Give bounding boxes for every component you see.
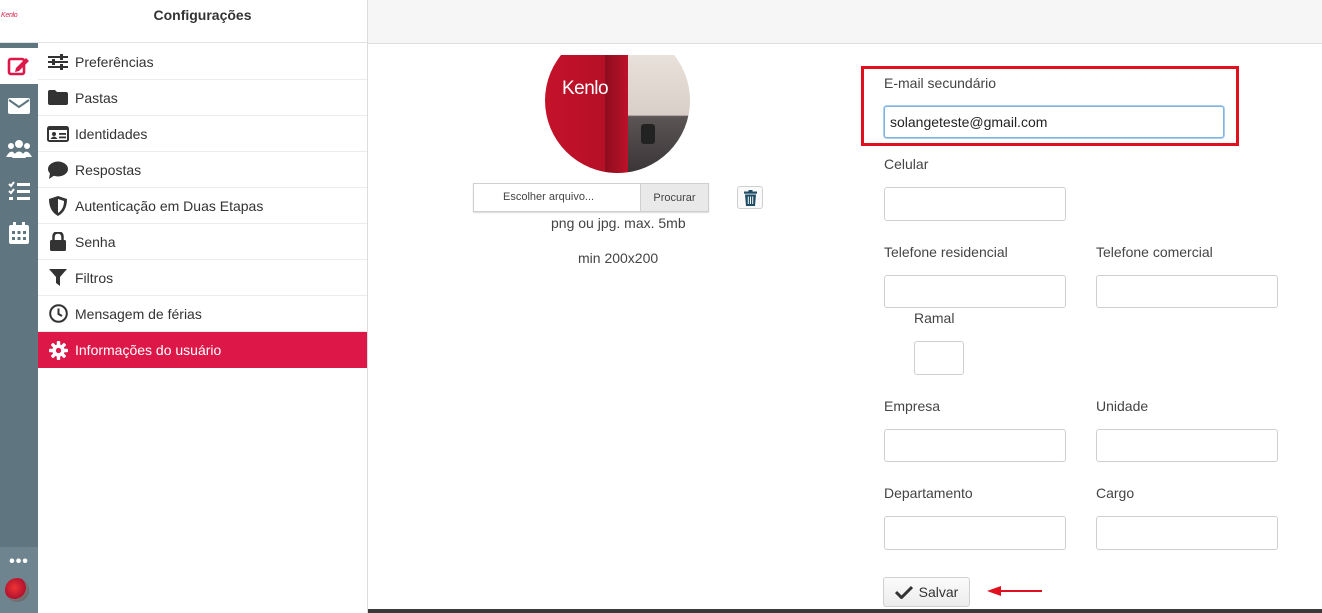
work-phone-label: Telefone comercial [1096, 244, 1213, 260]
sidebar-item-user-info[interactable]: Informações do usuário [38, 332, 367, 368]
trash-icon [743, 189, 757, 206]
content-header [368, 0, 1322, 44]
sidebar-item-label: Informações do usuário [75, 342, 222, 358]
sidebar-item-label: Autenticação em Duas Etapas [75, 197, 264, 214]
comment-icon [47, 160, 69, 180]
unit-field[interactable] [1096, 429, 1278, 462]
sidebar-item-vacation[interactable]: Mensagem de férias [38, 296, 367, 332]
photo-file-input[interactable]: Escolher arquivo... Procurar [473, 183, 709, 212]
work-phone-field[interactable] [1096, 275, 1278, 308]
more-icon[interactable]: ••• [0, 553, 38, 571]
sidebar-item-preferences[interactable]: Preferências [38, 44, 367, 80]
rail-logo-area: Kenlo [0, 0, 38, 43]
sidebar-item-filters[interactable]: Filtros [38, 260, 367, 296]
photo-size-hint: min 200x200 [578, 250, 659, 266]
folder-icon [47, 88, 69, 108]
sidebar-item-label: Identidades [75, 125, 148, 142]
annotation-arrow [987, 586, 1042, 596]
company-label: Empresa [884, 398, 941, 414]
sidebar-item-label: Filtros [75, 269, 114, 286]
home-phone-field[interactable] [884, 275, 1066, 308]
department-field[interactable] [884, 516, 1066, 550]
browse-button[interactable]: Procurar [640, 184, 708, 211]
shield-icon [47, 195, 69, 216]
contacts-icon[interactable] [0, 131, 38, 167]
gear-icon [47, 340, 69, 360]
id-card-icon [47, 124, 69, 144]
sidebar-item-responses[interactable]: Respostas [38, 152, 367, 188]
extension-label: Ramal [914, 310, 955, 326]
delete-photo-button[interactable] [737, 186, 763, 209]
extension-field[interactable] [914, 341, 964, 375]
lock-icon [47, 232, 69, 252]
sidebar-header: Configurações [38, 0, 367, 43]
mobile-field[interactable] [884, 187, 1066, 221]
settings-sidebar: Configurações Preferências Pastas Identi… [38, 0, 368, 613]
photo-logo-text: Kenlo [562, 78, 609, 99]
save-button[interactable]: Salvar [883, 577, 970, 607]
company-field[interactable] [884, 429, 1066, 462]
check-icon [894, 585, 913, 599]
tasks-icon[interactable] [0, 173, 38, 209]
sidebar-item-label: Respostas [75, 161, 142, 178]
sidebar-item-label: Senha [75, 233, 116, 250]
home-phone-label: Telefone residencial [884, 244, 1008, 260]
avatar[interactable] [5, 578, 29, 602]
calendar-icon[interactable] [0, 215, 38, 251]
filter-icon [47, 268, 69, 288]
sidebar-item-folders[interactable]: Pastas [38, 80, 367, 116]
file-placeholder: Escolher arquivo... [503, 191, 595, 203]
save-label: Salvar [918, 584, 959, 600]
rail-logo: Kenlo [1, 12, 18, 19]
profile-photo: Kenlo [545, 55, 690, 173]
role-field[interactable] [1096, 516, 1278, 550]
clock-icon [47, 304, 69, 324]
secondary-email-field[interactable]: solangeteste@gmail.com [884, 106, 1224, 138]
sidebar-item-password[interactable]: Senha [38, 224, 367, 260]
window-bottom-edge [368, 609, 1322, 613]
mobile-label: Celular [884, 156, 929, 172]
department-label: Departamento [884, 485, 973, 501]
secondary-email-label: E-mail secundário [884, 75, 997, 91]
sidebar-item-label: Mensagem de férias [75, 305, 202, 322]
sidebar-item-label: Preferências [75, 53, 154, 70]
photo-format-hint: png ou jpg. max. 5mb [551, 215, 686, 231]
sidebar-item-identities[interactable]: Identidades [38, 116, 367, 152]
compose-icon[interactable] [0, 48, 38, 84]
role-label: Cargo [1096, 485, 1135, 501]
unit-label: Unidade [1096, 398, 1149, 414]
sidebar-item-two-factor[interactable]: Autenticação em Duas Etapas [38, 188, 367, 224]
sidebar-title: Configurações [153, 7, 252, 23]
sliders-icon [47, 52, 69, 72]
sidebar-item-label: Pastas [75, 89, 118, 106]
mail-icon[interactable] [0, 88, 38, 124]
